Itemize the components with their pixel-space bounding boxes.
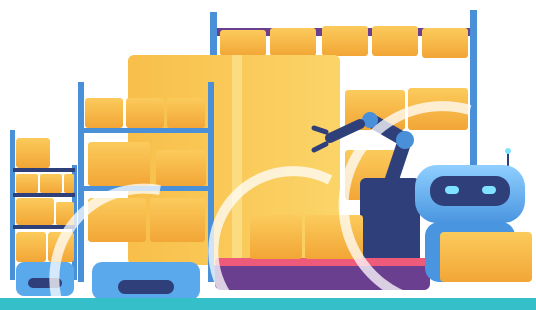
left-shelf-unit xyxy=(10,130,77,280)
warehouse-robot-illustration xyxy=(0,10,536,310)
floor-robots xyxy=(16,262,200,300)
robot xyxy=(415,148,532,282)
floor-strip xyxy=(0,298,536,310)
